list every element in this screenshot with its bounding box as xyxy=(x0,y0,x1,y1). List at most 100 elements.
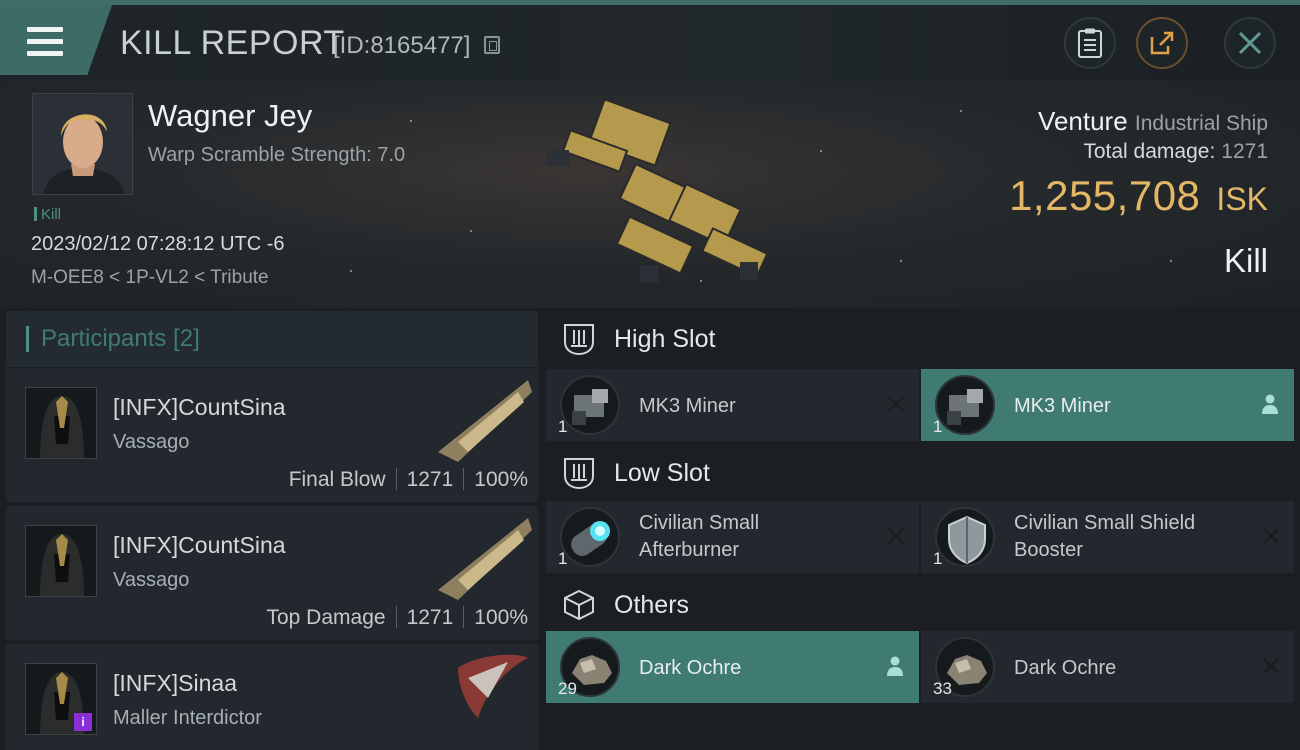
cargo-box-icon xyxy=(564,589,594,621)
module-name: Civilian Small Shield Booster xyxy=(1014,510,1195,564)
module-slot[interactable]: 1 Civilian Small Afterburner xyxy=(546,501,919,573)
participant-stats: Final Blow 1271 100% xyxy=(289,468,528,492)
module-name: MK3 Miner xyxy=(639,395,736,417)
module-name: MK3 Miner xyxy=(1014,395,1111,417)
pilot-name[interactable]: Wagner Jey xyxy=(148,98,312,134)
top-accent-line xyxy=(0,0,1300,5)
module-name: Dark Ochre xyxy=(1014,657,1117,679)
dropped-person-icon xyxy=(887,656,903,676)
destroyed-icon xyxy=(1263,658,1279,674)
module-slot[interactable]: 1 Civilian Small Shield Booster xyxy=(921,501,1294,573)
low-slot-header: Low Slot xyxy=(546,445,1300,501)
copy-icon[interactable] xyxy=(484,36,500,54)
module-name-line2: Afterburner xyxy=(639,539,740,561)
participant-stats: Top Damage 1271 100% xyxy=(266,606,528,630)
participant-ship-image xyxy=(438,380,532,462)
top-bar: KILL REPORT [ID:8165477] xyxy=(0,0,1300,80)
module-name: Civilian Small Afterburner xyxy=(639,510,759,564)
dropped-person-icon xyxy=(1262,394,1278,414)
page-title: KILL REPORT xyxy=(120,24,345,62)
participants-panel: Participants [2] [INFX]CountSina Vassago… xyxy=(6,311,538,750)
total-damage: Total damage: 1271 xyxy=(1083,140,1268,164)
participant-ship-image xyxy=(438,518,532,600)
module-quantity: 29 xyxy=(558,679,577,698)
participant-avatar[interactable] xyxy=(25,387,97,459)
share-icon xyxy=(1150,31,1174,55)
victim-summary: Wagner Jey Warp Scramble Strength: 7.0 K… xyxy=(0,80,1300,308)
participants-header: Participants [2] xyxy=(6,311,538,367)
module-slot[interactable]: 29 Dark Ochre xyxy=(546,631,919,703)
kill-tag: Kill xyxy=(34,206,61,223)
isk-amount: 1,255,708 xyxy=(1009,172,1201,219)
fitting-panel: High Slot 1 MK3 Miner 1 MK3 Miner Low Sl… xyxy=(546,311,1300,750)
high-slot-header: High Slot xyxy=(546,311,1300,367)
participant-avatar[interactable] xyxy=(25,525,97,597)
module-name: Dark Ochre xyxy=(639,657,742,679)
participant-row[interactable]: [INFX]CountSina Vassago Top Damage 1271 10… xyxy=(6,506,538,640)
isk-currency: ISK xyxy=(1216,181,1268,217)
close-icon xyxy=(1238,31,1262,55)
menu-button[interactable] xyxy=(0,5,112,75)
destroyed-icon xyxy=(888,396,904,412)
total-damage-label: Total damage: xyxy=(1083,140,1216,163)
module-slot[interactable]: 1 MK3 Miner xyxy=(921,369,1294,441)
victim-portrait[interactable] xyxy=(32,93,133,195)
participants-title: Participants [2] xyxy=(41,325,200,352)
others-title: Others xyxy=(614,590,690,619)
participant-name: [INFX]CountSina xyxy=(113,532,286,558)
victim-ship-image[interactable] xyxy=(525,90,780,300)
kill-datetime: 2023/02/12 07:28:12 UTC -6 xyxy=(31,233,285,255)
clipboard-icon xyxy=(1078,28,1102,58)
hamburger-menu-icon[interactable] xyxy=(27,27,63,57)
destroyed-icon xyxy=(1263,528,1279,544)
participant-role: Final Blow xyxy=(288,468,386,491)
kill-location[interactable]: M-OEE8 < 1P-VL2 < Tribute xyxy=(31,267,269,289)
participant-row[interactable]: i [INFX]Sinaa Maller Interdictor xyxy=(6,644,538,750)
module-quantity: 1 xyxy=(558,417,568,436)
isk-value: 1,255,708 ISK xyxy=(1009,172,1268,220)
ship-class-text: Industrial Ship xyxy=(1134,112,1268,135)
participant-ship-image xyxy=(458,654,528,718)
module-slot[interactable]: 33 Dark Ochre xyxy=(921,631,1294,703)
result-label: Kill xyxy=(1223,242,1268,279)
participant-role: Top Damage xyxy=(266,606,386,629)
participant-avatar[interactable]: i xyxy=(25,663,97,735)
destroyed-icon xyxy=(888,528,904,544)
afterburner-module-icon xyxy=(560,507,620,567)
participant-name: [INFX]CountSina xyxy=(113,394,286,420)
participant-ship: Vassago xyxy=(113,431,190,453)
participant-row[interactable]: [INFX]CountSina Vassago Final Blow 1271 10… xyxy=(6,368,538,502)
module-quantity: 1 xyxy=(933,549,943,568)
module-name-line2: Booster xyxy=(1014,539,1083,561)
warp-scramble-strength: Warp Scramble Strength: 7.0 xyxy=(148,144,406,166)
victim-ship-name[interactable]: Venture Industrial Ship xyxy=(1038,106,1268,137)
participant-percent: 100% xyxy=(474,468,528,491)
participant-damage: 1271 xyxy=(406,606,454,629)
close-button[interactable] xyxy=(1224,17,1276,69)
report-id: [ID:8165477] xyxy=(333,32,471,59)
miner-module-icon xyxy=(560,375,620,435)
ship-name-text: Venture xyxy=(1038,106,1128,136)
participant-name: [INFX]Sinaa xyxy=(113,670,237,696)
participant-ship: Maller Interdictor xyxy=(113,707,262,729)
clipboard-button[interactable] xyxy=(1064,17,1116,69)
module-name-line1: Civilian Small xyxy=(639,512,760,534)
module-quantity: 1 xyxy=(558,549,568,568)
others-header: Others xyxy=(546,577,1300,633)
module-slot[interactable]: 1 MK3 Miner xyxy=(546,369,919,441)
participant-damage: 1271 xyxy=(406,468,454,491)
module-quantity: 33 xyxy=(933,679,952,698)
participant-ship: Vassago xyxy=(113,569,190,591)
miner-module-icon xyxy=(935,375,995,435)
high-slot-title: High Slot xyxy=(614,324,716,353)
share-button[interactable] xyxy=(1136,17,1188,69)
high-slot-icon xyxy=(564,324,594,356)
participant-percent: 100% xyxy=(474,606,528,629)
header-accent xyxy=(26,326,29,352)
total-damage-value: 1271 xyxy=(1221,140,1268,163)
info-badge-icon: i xyxy=(74,713,92,731)
module-quantity: 1 xyxy=(933,417,943,436)
low-slot-icon xyxy=(564,458,594,490)
shield-booster-module-icon xyxy=(935,507,995,567)
low-slot-title: Low Slot xyxy=(614,458,710,487)
